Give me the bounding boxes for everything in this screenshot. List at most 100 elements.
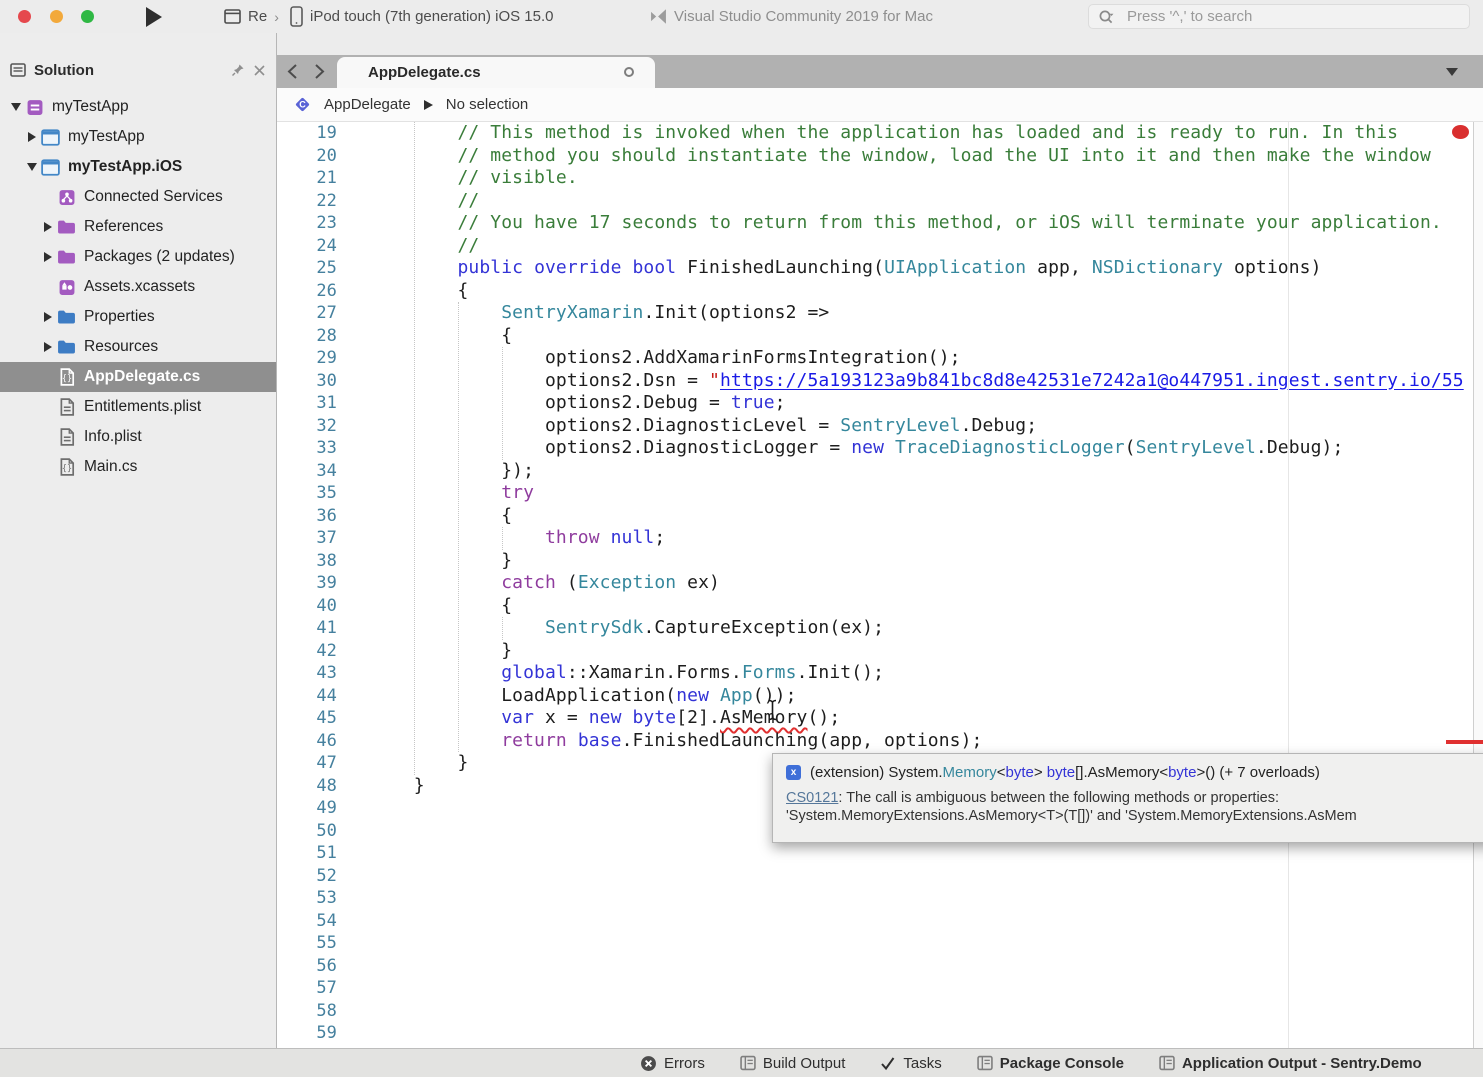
line-number[interactable]: 37	[277, 527, 337, 550]
sidebar-item-references[interactable]: References	[0, 212, 276, 242]
code-text[interactable]: {	[370, 595, 512, 618]
line-number[interactable]: 40	[277, 595, 337, 618]
code-line-54[interactable]: 54	[277, 910, 1483, 933]
zoom-window-button[interactable]	[81, 10, 94, 23]
line-number[interactable]: 43	[277, 662, 337, 685]
editor-scrollbar[interactable]	[1473, 122, 1483, 1048]
run-button[interactable]	[146, 7, 162, 27]
line-number[interactable]: 26	[277, 280, 337, 303]
line-number[interactable]: 19	[277, 122, 337, 145]
pad-button-build-output[interactable]: Build Output	[740, 1055, 846, 1072]
line-number[interactable]: 50	[277, 820, 337, 843]
code-text[interactable]: SentryXamarin.Init(options2 =>	[370, 302, 829, 325]
line-number[interactable]: 21	[277, 167, 337, 190]
code-text[interactable]: // This method is invoked when the appli…	[370, 122, 1398, 145]
line-number[interactable]: 38	[277, 550, 337, 573]
code-text[interactable]: }	[370, 752, 468, 775]
code-text[interactable]: options2.Dsn = "https://5a193123a9b841bc…	[370, 370, 1464, 393]
code-line-51[interactable]: 51	[277, 842, 1483, 865]
code-line-22[interactable]: 22 //	[277, 190, 1483, 213]
code-line-21[interactable]: 21 // visible.	[277, 167, 1483, 190]
line-number[interactable]: 49	[277, 797, 337, 820]
line-number[interactable]: 53	[277, 887, 337, 910]
breadcrumb-class[interactable]: AppDelegate	[324, 96, 411, 113]
disclosure-right-icon[interactable]	[40, 222, 55, 232]
line-number[interactable]: 24	[277, 235, 337, 258]
disclosure-right-icon[interactable]	[40, 252, 55, 262]
code-text[interactable]: });	[370, 460, 534, 483]
line-number[interactable]: 44	[277, 685, 337, 708]
code-line-57[interactable]: 57	[277, 977, 1483, 1000]
line-number[interactable]: 47	[277, 752, 337, 775]
tab-list-dropdown-icon[interactable]	[1446, 68, 1458, 76]
line-number[interactable]: 51	[277, 842, 337, 865]
sidebar-item-properties[interactable]: Properties	[0, 302, 276, 332]
line-number[interactable]: 31	[277, 392, 337, 415]
line-number[interactable]: 52	[277, 865, 337, 888]
line-number[interactable]: 29	[277, 347, 337, 370]
line-number[interactable]: 35	[277, 482, 337, 505]
device-selector[interactable]: iPod touch (7th generation) iOS 15.0	[290, 0, 554, 33]
minimize-window-button[interactable]	[50, 10, 63, 23]
line-number[interactable]: 46	[277, 730, 337, 753]
disclosure-right-icon[interactable]	[40, 342, 55, 352]
close-window-button[interactable]	[18, 10, 31, 23]
line-number[interactable]: 54	[277, 910, 337, 933]
code-text[interactable]: return base.FinishedLaunching(app, optio…	[370, 730, 982, 753]
pad-button-errors[interactable]: Errors	[640, 1055, 705, 1072]
code-text[interactable]: {	[370, 325, 512, 348]
line-number[interactable]: 56	[277, 955, 337, 978]
code-text[interactable]: // visible.	[370, 167, 578, 190]
sidebar-item-info-plist[interactable]: Info.plist	[0, 422, 276, 452]
code-line-59[interactable]: 59	[277, 1022, 1483, 1045]
sidebar-item-resources[interactable]: Resources	[0, 332, 276, 362]
code-text[interactable]: //	[370, 235, 479, 258]
line-number[interactable]: 39	[277, 572, 337, 595]
sidebar-item-packages-2-updates[interactable]: Packages (2 updates)	[0, 242, 276, 272]
sidebar-item-connected-services[interactable]: Connected Services	[0, 182, 276, 212]
code-line-58[interactable]: 58	[277, 1000, 1483, 1023]
code-text[interactable]: catch (Exception ex)	[370, 572, 720, 595]
sidebar-item-assets-xcassets[interactable]: Assets.xcassets	[0, 272, 276, 302]
code-line-26[interactable]: 26 {	[277, 280, 1483, 303]
line-number[interactable]: 55	[277, 932, 337, 955]
line-number[interactable]: 41	[277, 617, 337, 640]
code-line-52[interactable]: 52	[277, 865, 1483, 888]
line-number[interactable]: 22	[277, 190, 337, 213]
error-code-link[interactable]: CS0121	[786, 790, 838, 806]
line-number[interactable]: 42	[277, 640, 337, 663]
code-text[interactable]: }	[370, 775, 425, 798]
line-number[interactable]: 32	[277, 415, 337, 438]
line-number[interactable]: 45	[277, 707, 337, 730]
sidebar-item-main-cs[interactable]: {}Main.cs	[0, 452, 276, 482]
code-line-20[interactable]: 20 // method you should instantiate the …	[277, 145, 1483, 168]
code-line-24[interactable]: 24 //	[277, 235, 1483, 258]
code-editor[interactable]: 19 // This method is invoked when the ap…	[277, 122, 1483, 1048]
line-number[interactable]: 33	[277, 437, 337, 460]
code-text[interactable]: public override bool FinishedLaunching(U…	[370, 257, 1322, 280]
code-line-23[interactable]: 23 // You have 17 seconds to return from…	[277, 212, 1483, 235]
code-line-56[interactable]: 56	[277, 955, 1483, 978]
tab-appdelegate[interactable]: AppDelegate.cs	[337, 57, 655, 88]
code-line-19[interactable]: 19 // This method is invoked when the ap…	[277, 122, 1483, 145]
line-number[interactable]: 57	[277, 977, 337, 1000]
code-line-55[interactable]: 55	[277, 932, 1483, 955]
navigate-back-button[interactable]	[287, 63, 298, 80]
run-configuration-selector[interactable]: Re ›	[224, 0, 279, 33]
line-number[interactable]: 34	[277, 460, 337, 483]
line-number[interactable]: 36	[277, 505, 337, 528]
code-text[interactable]: //	[370, 190, 479, 213]
pad-button-package-console[interactable]: Package Console	[977, 1055, 1124, 1072]
line-number[interactable]: 59	[277, 1022, 337, 1045]
code-text[interactable]: options2.DiagnosticLevel = SentryLevel.D…	[370, 415, 1037, 438]
sidebar-item-mytestapp-ios[interactable]: myTestApp.iOS	[0, 152, 276, 182]
file-health-error-indicator[interactable]	[1452, 125, 1469, 139]
pad-button-application-output-sentry-demo[interactable]: Application Output - Sentry.Demo	[1159, 1055, 1422, 1072]
code-line-53[interactable]: 53	[277, 887, 1483, 910]
code-text[interactable]: }	[370, 550, 512, 573]
line-number[interactable]: 58	[277, 1000, 337, 1023]
close-pad-icon[interactable]	[253, 64, 266, 77]
sidebar-item-mytestapp[interactable]: myTestApp	[0, 122, 276, 152]
code-text[interactable]: }	[370, 640, 512, 663]
line-number[interactable]: 27	[277, 302, 337, 325]
